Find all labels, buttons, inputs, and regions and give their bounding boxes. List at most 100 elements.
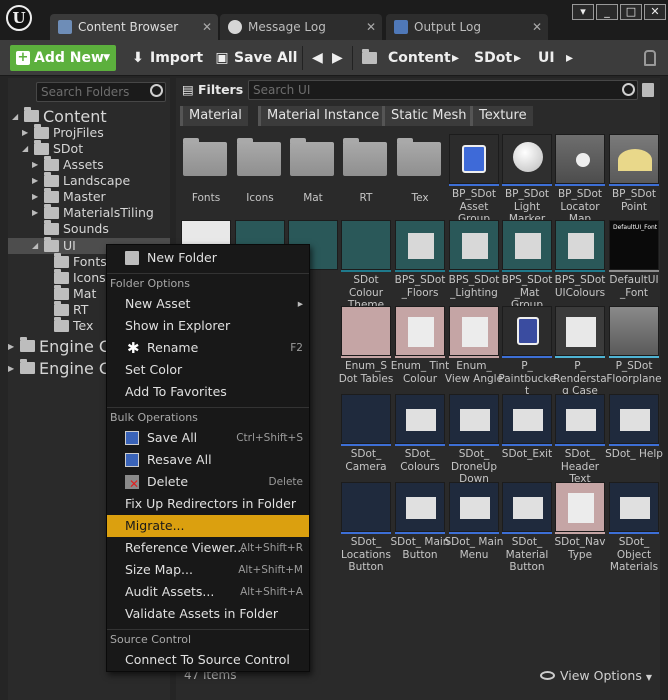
forward-arrow-icon[interactable]: ▶ <box>332 45 343 71</box>
search-folders-input[interactable]: Search Folders <box>36 82 166 102</box>
view-options-button[interactable]: View Options ▼ <box>539 668 652 683</box>
asset-type-bar <box>341 532 391 534</box>
menu-item-reference-viewer[interactable]: Reference Viewer... Alt+Shift+R <box>107 537 309 559</box>
filter-chip-material-instance[interactable]: Material Instance <box>258 106 386 126</box>
back-arrow-icon[interactable]: ◀ <box>312 45 323 71</box>
tab-label: Content Browser <box>78 20 179 34</box>
chevron-right-icon[interactable]: ▶ <box>32 157 38 173</box>
tab-output-log[interactable]: Output Log ✕ <box>386 14 548 40</box>
asset-tile[interactable]: SDot_Exit <box>501 394 553 478</box>
breadcrumb-separator-icon[interactable]: ▸ <box>452 45 459 71</box>
asset-tile[interactable]: Tex <box>394 134 446 218</box>
chevron-down-icon[interactable]: ◢ <box>12 108 18 126</box>
menu-item-show-in-explorer[interactable]: Show in Explorer <box>107 315 309 337</box>
asset-tile[interactable]: BPS_SDot _Lighting <box>448 220 500 304</box>
breadcrumb-separator-icon[interactable]: ▸ <box>566 45 573 71</box>
asset-tile[interactable]: SDot_ Main Menu <box>445 482 503 566</box>
maximize-button[interactable]: □ <box>620 4 642 20</box>
filter-chip-material[interactable]: Material <box>180 106 248 126</box>
asset-tile[interactable]: SDot_ Locations Button <box>340 482 392 573</box>
menu-item-fix-up-redirectors[interactable]: Fix Up Redirectors in Folder <box>107 493 309 515</box>
breadcrumb-separator-icon[interactable]: ▸ <box>514 45 521 71</box>
asset-tile[interactable]: SDot_ Header Text <box>554 394 606 485</box>
widget-thumbnail <box>395 482 445 532</box>
menu-item-resave-all[interactable]: Resave All <box>107 449 309 471</box>
filter-chip-static-mesh[interactable]: Static Mesh <box>382 106 473 126</box>
tab-message-log[interactable]: Message Log ✕ <box>220 14 382 40</box>
menu-item-new-folder[interactable]: New Folder <box>107 247 309 269</box>
menu-item-delete[interactable]: ✕ Delete Delete <box>107 471 309 493</box>
menu-item-size-map[interactable]: Size Map... Alt+Shift+M <box>107 559 309 581</box>
menu-item-connect-source-control[interactable]: Connect To Source Control <box>107 649 309 671</box>
asset-tile[interactable]: Enum_ Tint Colour <box>391 306 449 390</box>
chevron-down-icon[interactable]: ◢ <box>32 238 38 254</box>
breadcrumb-sdot[interactable]: SDot <box>474 45 512 71</box>
asset-tile[interactable]: SDot_ Object Materials <box>608 482 660 573</box>
chevron-right-icon[interactable]: ▶ <box>8 338 14 356</box>
close-icon[interactable]: ✕ <box>532 14 542 40</box>
asset-tile[interactable]: Enum_ View Angle <box>445 306 503 390</box>
asset-tile[interactable]: SDot_ Help <box>605 394 663 478</box>
asset-tile[interactable]: BP_SDot Light Marker <box>501 134 553 225</box>
asset-tile[interactable]: BPS_SDot UIColours <box>554 220 606 304</box>
asset-tile[interactable]: P_ Renderstag Case <box>553 306 607 397</box>
asset-tile[interactable]: BP_SDot Asset Group <box>448 134 500 225</box>
asset-tile[interactable]: SDot_ Camera <box>340 394 392 478</box>
menu-item-validate-assets[interactable]: Validate Assets in Folder <box>107 603 309 625</box>
asset-tile[interactable]: SDot_ Colours <box>394 394 446 478</box>
asset-tile[interactable]: BPS_SDot _Floors <box>394 220 446 304</box>
minimize-button[interactable]: _ <box>596 4 618 20</box>
tab-content-browser[interactable]: Content Browser ✕ <box>50 14 218 40</box>
menu-item-rename[interactable]: ✱ Rename F2 <box>107 337 309 359</box>
menu-item-new-asset[interactable]: New Asset ▸ <box>107 293 309 315</box>
chevron-right-icon[interactable]: ▶ <box>32 189 38 205</box>
asset-type-bar <box>449 184 499 186</box>
chevron-right-icon[interactable]: ▶ <box>32 173 38 189</box>
menu-item-add-to-favorites[interactable]: Add To Favorites <box>107 381 309 403</box>
chevron-down-icon: ▼ <box>645 673 652 682</box>
lock-icon[interactable] <box>644 50 656 66</box>
menu-item-audit-assets[interactable]: Audit Assets... Alt+Shift+A <box>107 581 309 603</box>
asset-tile[interactable]: BPS_SDot _Mat Group <box>501 220 553 311</box>
asset-tile[interactable]: SDot_ Main Button <box>391 482 449 566</box>
asset-tile[interactable]: SDot_ DroneUp Down <box>448 394 500 485</box>
asset-tile[interactable]: P_SDot Floorplane <box>606 306 662 390</box>
add-new-button[interactable]: + Add New ▼ <box>10 45 116 71</box>
asset-tile[interactable]: RT <box>340 134 392 218</box>
chevron-right-icon[interactable]: ▶ <box>32 205 38 221</box>
import-button[interactable]: ⬇ Import <box>130 45 203 71</box>
window-menu-button[interactable]: ▾ <box>572 4 594 20</box>
filter-chip-texture[interactable]: Texture <box>470 106 533 126</box>
asset-tile[interactable]: Mat <box>287 134 339 218</box>
filters-button[interactable]: ▤ Filters ▼ <box>180 80 243 116</box>
menu-item-set-color[interactable]: Set Color <box>107 359 309 381</box>
tree-label: Tex <box>73 318 94 333</box>
breadcrumb-ui[interactable]: UI <box>538 45 555 71</box>
close-window-button[interactable]: ✕ <box>644 4 666 20</box>
asset-tile[interactable]: SDot_ Material Button <box>501 482 553 573</box>
breadcrumb-content[interactable]: Content <box>388 45 451 71</box>
chevron-down-icon[interactable]: ◢ <box>22 141 28 157</box>
asset-tile[interactable]: Fonts <box>180 134 232 218</box>
save-all-button[interactable]: ▣ Save All <box>214 45 297 71</box>
asset-tile[interactable]: BP_SDot Point <box>608 134 660 218</box>
search-assets-input[interactable]: Search UI <box>248 80 638 100</box>
close-icon[interactable]: ✕ <box>366 14 376 40</box>
menu-item-migrate[interactable]: Migrate... <box>107 515 309 537</box>
chevron-right-icon[interactable]: ▶ <box>22 125 28 141</box>
asset-tile[interactable]: DefaultUI_Font DefaultUI _Font <box>608 220 660 304</box>
plus-icon: + <box>16 50 30 65</box>
filter-icon: ▤ <box>182 82 194 97</box>
asset-tile[interactable]: SDot Colour Theme <box>340 220 392 311</box>
close-icon[interactable]: ✕ <box>202 14 212 40</box>
save-search-icon[interactable] <box>642 83 654 97</box>
asset-tile[interactable]: BP_SDot Locator Map <box>554 134 606 225</box>
asset-tile[interactable]: SDot_Nav Type <box>554 482 606 566</box>
asset-tile[interactable]: P_ Paintbucket <box>498 306 556 397</box>
asset-tile[interactable]: Enum_S Dot Tables <box>339 306 393 390</box>
menu-item-save-all[interactable]: Save All Ctrl+Shift+S <box>107 427 309 449</box>
asset-tile[interactable]: Icons <box>234 134 286 218</box>
asset-type-bar <box>609 270 659 272</box>
chevron-right-icon[interactable]: ▶ <box>8 360 14 378</box>
asset-type-bar <box>555 270 605 272</box>
